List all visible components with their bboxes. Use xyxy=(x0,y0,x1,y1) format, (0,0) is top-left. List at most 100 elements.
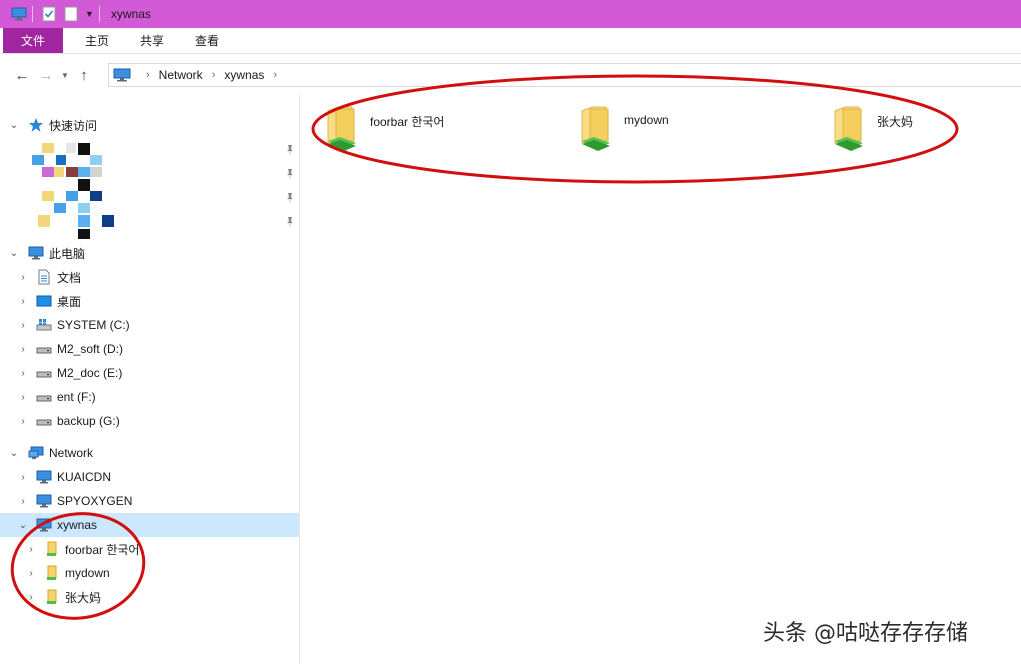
drive-icon xyxy=(36,347,52,354)
tree-label-drive-f: ent (F:) xyxy=(57,390,96,404)
chevron-right-icon[interactable]: › xyxy=(17,471,29,483)
desktop-icon xyxy=(36,295,52,307)
this-pc-icon[interactable] xyxy=(11,6,27,22)
window-title: xywnas xyxy=(110,7,151,21)
shared-folder-icon xyxy=(834,106,863,151)
tree-item-documents[interactable]: › 文档 xyxy=(0,265,299,289)
network-location-icon xyxy=(113,68,131,82)
pin-icon[interactable] xyxy=(284,168,296,180)
tree-label-share-zhangdama: 张大妈 xyxy=(65,590,102,605)
this-pc-icon xyxy=(28,246,44,260)
breadcrumb-chevron-icon[interactable]: › xyxy=(273,69,277,81)
navigation-bar: ← → ▼ ↑ › Network › xywnas › xyxy=(0,55,1021,95)
computer-icon xyxy=(36,470,52,484)
chevron-down-icon[interactable]: ⌄ xyxy=(8,119,20,131)
tree-this-pc[interactable]: ⌄ 此电脑 xyxy=(0,241,299,265)
item-label-zhangdama: 张大妈 xyxy=(877,115,914,129)
chevron-right-icon[interactable]: › xyxy=(17,495,29,507)
tree-label-drive-d: M2_soft (D:) xyxy=(57,342,124,356)
forward-button[interactable]: → xyxy=(34,63,58,87)
tree-share-mydown[interactable]: › mydown xyxy=(0,561,299,585)
breadcrumb-network[interactable]: Network xyxy=(159,68,203,82)
network-icon xyxy=(28,446,44,459)
chevron-right-icon[interactable]: › xyxy=(17,319,29,331)
tree-label-drive-e: M2_doc (E:) xyxy=(57,366,123,380)
up-arrow-icon: ↑ xyxy=(80,66,88,84)
tab-home[interactable]: 主页 xyxy=(71,28,123,53)
breadcrumb-chevron-icon[interactable]: › xyxy=(212,69,216,81)
pin-icon[interactable] xyxy=(284,144,296,156)
tab-file[interactable]: 文件 xyxy=(3,28,64,53)
drive-icon xyxy=(36,395,52,402)
forward-arrow-icon: → xyxy=(38,66,54,84)
shared-folder-mydown[interactable]: mydown xyxy=(576,103,816,159)
tab-view[interactable]: 查看 xyxy=(181,28,233,53)
item-label-mydown: mydown xyxy=(624,113,669,127)
shared-folder-icon xyxy=(47,541,57,556)
tree-item-drive-g[interactable]: › backup (G:) xyxy=(0,409,299,433)
chevron-right-icon[interactable]: › xyxy=(25,567,37,579)
pin-icon[interactable] xyxy=(284,216,296,228)
chevron-right-icon[interactable]: › xyxy=(17,367,29,379)
computer-icon xyxy=(36,518,52,532)
title-separator xyxy=(98,6,100,22)
tree-network[interactable]: ⌄ Network xyxy=(0,441,299,465)
title-bar: ▼ xywnas xyxy=(0,0,1021,28)
chevron-right-icon[interactable]: › xyxy=(25,543,37,555)
tree-label-this-pc: 此电脑 xyxy=(49,246,86,261)
up-button[interactable]: ↑ xyxy=(72,63,96,87)
drive-icon xyxy=(36,419,52,426)
tree-label-desktop: 桌面 xyxy=(57,294,82,309)
pin-icon[interactable] xyxy=(284,192,296,204)
tree-item-desktop[interactable]: › 桌面 xyxy=(0,289,299,313)
breadcrumb-chevron-icon[interactable]: › xyxy=(146,69,150,81)
tab-share[interactable]: 共享 xyxy=(126,28,178,53)
new-folder-icon[interactable] xyxy=(64,6,78,22)
chevron-right-icon[interactable]: › xyxy=(17,295,29,307)
recent-locations-button[interactable]: ▼ xyxy=(58,71,72,80)
tree-computer-spyoxygen[interactable]: › SPYOXYGEN xyxy=(0,489,299,513)
chevron-right-icon[interactable]: › xyxy=(25,591,37,603)
tree-label-documents: 文档 xyxy=(57,270,82,285)
tree-share-foorbar[interactable]: › foorbar 한국어 xyxy=(0,537,299,561)
chevron-right-icon[interactable]: › xyxy=(17,343,29,355)
tree-label-share-mydown: mydown xyxy=(65,566,110,580)
computer-icon xyxy=(36,494,52,508)
tree-label-quick-access: 快速访问 xyxy=(49,118,98,133)
tree-item-drive-d[interactable]: › M2_soft (D:) xyxy=(0,337,299,361)
chevron-down-icon[interactable]: ⌄ xyxy=(17,519,29,531)
chevron-right-icon[interactable]: › xyxy=(17,271,29,283)
drive-icon xyxy=(36,371,52,378)
tree-label-drive-c: SYSTEM (C:) xyxy=(57,318,130,332)
customize-quick-access-icon[interactable]: ▼ xyxy=(85,9,94,19)
watermark: 头条 @咕哒存存存储 xyxy=(763,621,968,646)
chevron-down-icon[interactable]: ⌄ xyxy=(8,447,20,459)
tree-label-spyoxygen: SPYOXYGEN xyxy=(57,494,133,508)
breadcrumb-xywnas[interactable]: xywnas xyxy=(224,68,264,82)
tree-computer-xywnas[interactable]: ⌄ xywnas xyxy=(0,513,299,537)
item-label-foorbar: foorbar 한국어 xyxy=(370,115,445,129)
shared-folder-icon xyxy=(47,565,57,580)
tree-label-network: Network xyxy=(49,446,94,460)
ribbon-tabs: 文件 主页 共享 查看 xyxy=(0,28,1021,54)
address-bar[interactable]: › Network › xywnas › xyxy=(108,63,1021,87)
properties-icon[interactable] xyxy=(42,6,56,22)
tree-item-drive-f[interactable]: › ent (F:) xyxy=(0,385,299,409)
tree-item-drive-c[interactable]: › SYSTEM (C:) xyxy=(0,313,299,337)
censored-quick-access-items xyxy=(32,143,114,239)
shared-folder-zhangdama[interactable]: 张大妈 xyxy=(829,103,1021,159)
chevron-right-icon[interactable]: › xyxy=(17,391,29,403)
back-arrow-icon: ← xyxy=(14,66,30,84)
back-button[interactable]: ← xyxy=(10,63,34,87)
tree-share-zhangdama[interactable]: › 张大妈 xyxy=(0,585,299,609)
chevron-right-icon[interactable]: › xyxy=(17,415,29,427)
shared-folder-foorbar[interactable]: foorbar 한국어 xyxy=(322,103,562,159)
tree-label-xywnas: xywnas xyxy=(57,518,98,532)
chevron-down-icon[interactable]: ⌄ xyxy=(8,247,20,259)
tree-quick-access[interactable]: ⌄ 快速访问 xyxy=(0,113,299,137)
tree-label-share-foorbar: foorbar 한국어 xyxy=(65,542,140,557)
shared-folder-icon xyxy=(327,106,356,151)
tree-item-drive-e[interactable]: › M2_doc (E:) xyxy=(0,361,299,385)
tree-computer-kuaicdn[interactable]: › KUAICDN xyxy=(0,465,299,489)
shared-folder-icon xyxy=(581,106,610,151)
